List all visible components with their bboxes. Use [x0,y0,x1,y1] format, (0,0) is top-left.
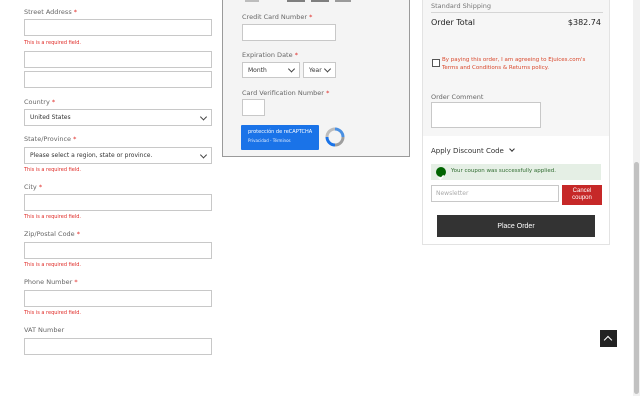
cc-number-input[interactable] [242,24,336,41]
card-logo-discover-icon [335,0,351,2]
agreement-checkbox[interactable] [432,59,440,67]
place-order-button[interactable]: Place Order [437,215,595,237]
state-select-value: Please select a region, state or provinc… [30,152,153,159]
order-comment-textarea[interactable] [431,102,541,128]
country-label: Country * [24,98,56,106]
order-total-divider [431,12,603,13]
recaptcha-badge[interactable]: protección de reCAPTCHA Privacidad - Tér… [241,125,319,150]
cancel-coupon-label: Cancel coupon [572,188,592,201]
phone-error: This is a required field. [24,310,81,316]
scrollbar-thumb[interactable] [634,162,639,394]
place-order-label: Place Order [497,222,535,230]
recaptcha-logo-icon [324,126,346,148]
card-logo-amex-icon [311,0,329,2]
newsletter-input[interactable]: Newsletter [431,185,559,202]
phone-input[interactable] [24,290,212,307]
chevron-down-icon [199,150,208,159]
coupon-success-text: Your coupon was successfully applied. [451,168,556,174]
back-to-top-button[interactable] [600,330,617,347]
state-error: This is a required field. [24,167,81,173]
exp-month-select[interactable]: Month [242,62,300,78]
street-address-line3-input[interactable] [24,71,212,88]
check-circle-icon [436,167,446,180]
card-logo-mastercard-icon [287,0,305,2]
street-address-line2-input[interactable] [24,51,212,68]
city-label: City * [24,183,43,191]
vat-label: VAT Number [24,326,65,334]
state-select[interactable]: Please select a region, state or provinc… [24,147,212,164]
order-total-value: $382.74 [567,18,601,27]
exp-month-value: Month [248,66,267,74]
apply-discount-toggle[interactable]: Apply Discount Code [431,146,515,155]
zip-error: This is a required field. [24,262,81,268]
newsletter-placeholder: Newsletter [436,190,469,197]
city-error: This is a required field. [24,214,81,220]
page-scrollbar[interactable] [633,0,640,396]
recaptcha-links[interactable]: Privacidad - Términos [248,138,291,143]
cc-number-label: Credit Card Number * [242,13,313,21]
chevron-down-icon [509,146,515,152]
exp-year-value: Year [309,66,322,74]
zip-input[interactable] [24,242,212,259]
back-to-top-icon [603,335,613,345]
shipping-method: Standard Shipping [431,2,491,10]
chevron-down-icon [323,65,332,73]
recaptcha-title: protección de reCAPTCHA [248,129,313,135]
country-select[interactable]: United States [24,109,212,126]
cvv-input[interactable] [242,99,265,116]
card-logo-visa-icon [245,0,259,2]
order-total-label: Order Total [431,18,475,27]
exp-year-select[interactable]: Year [303,62,336,78]
cancel-coupon-button[interactable]: Cancel coupon [562,185,602,205]
chevron-down-icon [199,112,208,121]
vat-input[interactable] [24,338,212,355]
street-address-line1-input[interactable] [24,19,212,36]
coupon-success-message: Your coupon was successfully applied. [431,164,601,180]
apply-discount-label: Apply Discount Code [431,147,504,155]
expiration-label: Expiration Date * [242,51,298,59]
order-comment-label: Order Comment [431,93,484,101]
agreement-text[interactable]: By paying this order, I am agreeing to E… [442,57,602,72]
order-summary-panel: Standard Shipping Order Total $382.74 By… [422,0,610,245]
street-address-error: This is a required field. [24,40,81,46]
city-input[interactable] [24,194,212,211]
cvv-label: Card Verification Number * [242,89,330,97]
state-label: State/Province * [24,135,77,143]
country-select-value: United States [30,114,71,121]
zip-label: Zip/Postal Code * [24,230,80,238]
chevron-down-icon [287,65,296,73]
payment-card-panel: Credit Card Number * Expiration Date * M… [222,0,410,157]
street-address-label: Street Address * [24,8,78,16]
phone-label: Phone Number * [24,278,78,286]
